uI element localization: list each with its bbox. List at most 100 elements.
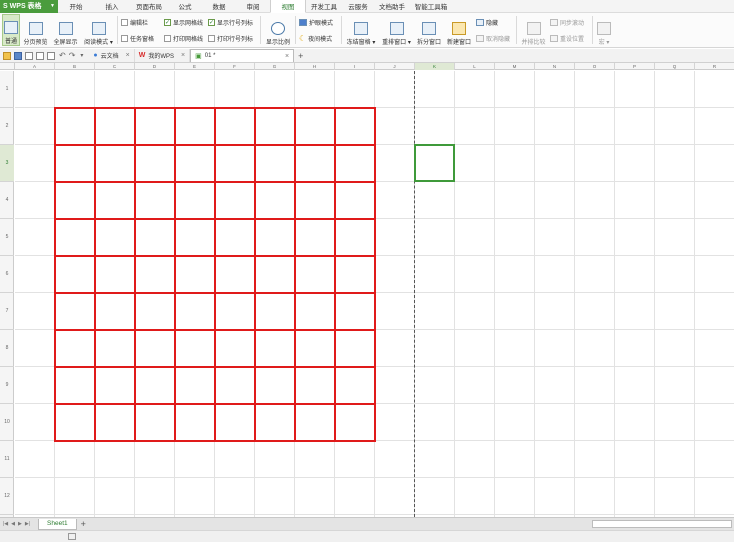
print-preview-icon[interactable] bbox=[25, 51, 33, 60]
column-header-i[interactable]: I bbox=[335, 63, 375, 70]
row-header-4[interactable]: 4 bbox=[0, 182, 14, 219]
side-by-side-button[interactable]: 并排比较 bbox=[519, 14, 548, 46]
night-mode-button[interactable]: ☾ 夜间模式 bbox=[299, 33, 332, 43]
close-icon[interactable]: × bbox=[181, 52, 185, 59]
hide-window-button[interactable]: 隐藏 bbox=[476, 17, 498, 27]
tab-review[interactable]: 审阅 bbox=[236, 0, 270, 13]
column-header-h[interactable]: H bbox=[295, 63, 335, 70]
reset-position-button[interactable]: 重设位置 bbox=[550, 33, 584, 43]
tab-insert[interactable]: 插入 bbox=[94, 0, 130, 13]
tab-data[interactable]: 数据 bbox=[202, 0, 236, 13]
row-header-5[interactable]: 5 bbox=[0, 219, 14, 256]
doc-tab-01[interactable]: ▣ 01 * × bbox=[190, 49, 295, 62]
freeze-panes-button[interactable]: 冻结窗格 ▾ bbox=[344, 14, 378, 46]
row-header-11[interactable]: 11 bbox=[0, 441, 14, 478]
eye-mode-button[interactable]: 护眼模式 bbox=[299, 17, 333, 27]
reading-mode-button[interactable]: 阅读模式 ▾ bbox=[82, 14, 115, 46]
row-header-1[interactable]: 1 bbox=[0, 71, 14, 108]
row-header-9[interactable]: 9 bbox=[0, 367, 14, 404]
formula-bar-toggle[interactable]: 编辑栏 bbox=[121, 17, 148, 27]
column-header-d[interactable]: D bbox=[135, 63, 175, 70]
column-header-k[interactable]: K bbox=[415, 63, 455, 70]
print-headings-toggle[interactable]: 打印行号列标 bbox=[208, 33, 253, 43]
row-header-3[interactable]: 3 bbox=[0, 145, 14, 182]
customize-toolbar-icon[interactable]: ▾ bbox=[80, 52, 83, 59]
last-sheet-icon[interactable]: ▶| bbox=[25, 521, 30, 527]
sheet-tab-sheet1[interactable]: Sheet1 bbox=[38, 518, 77, 530]
export-pdf-icon[interactable] bbox=[47, 51, 55, 60]
row-header-6[interactable]: 6 bbox=[0, 256, 14, 293]
column-header-o[interactable]: O bbox=[575, 63, 615, 70]
row-header-2[interactable]: 2 bbox=[0, 108, 14, 145]
column-header-c[interactable]: C bbox=[95, 63, 135, 70]
cell-area[interactable] bbox=[15, 71, 734, 517]
tab-formulas[interactable]: 公式 bbox=[168, 0, 202, 13]
redo-icon[interactable]: ↷ bbox=[69, 51, 76, 60]
split-window-button[interactable]: 拆分窗口 bbox=[415, 14, 443, 46]
close-icon[interactable]: × bbox=[285, 53, 289, 60]
column-header-b[interactable]: B bbox=[55, 63, 95, 70]
save-icon[interactable] bbox=[14, 51, 22, 60]
horizontal-scrollbar[interactable] bbox=[592, 520, 732, 528]
show-headings-toggle[interactable]: ✓ 显示行号列标 bbox=[208, 17, 253, 27]
spreadsheet-grid[interactable]: ABCDEFGHIJKLMNOPQR 1 2 3 4 5 6 7 8 9 10 11 12 bbox=[0, 63, 734, 517]
row-header-10[interactable]: 10 bbox=[0, 404, 14, 441]
checkbox-icon[interactable] bbox=[121, 34, 128, 42]
undo-icon[interactable]: ↶ bbox=[59, 51, 66, 60]
column-header-a[interactable]: A bbox=[15, 63, 55, 70]
gridline bbox=[574, 71, 575, 517]
column-header-j[interactable]: J bbox=[375, 63, 415, 70]
sync-scroll-button[interactable]: 同步滚动 bbox=[550, 17, 584, 27]
macro-button[interactable]: 宏 ▾ bbox=[595, 14, 613, 46]
full-screen-button[interactable]: 全屏显示 bbox=[51, 14, 80, 46]
doc-tab-my-wps[interactable]: W 我的WPS × bbox=[135, 49, 191, 62]
app-menu-button[interactable]: S WPS 表格 ▼ bbox=[0, 0, 58, 13]
select-all-corner[interactable] bbox=[0, 63, 15, 70]
show-gridlines-toggle[interactable]: ✓ 显示网格线 bbox=[164, 17, 203, 27]
tab-doc-assistant[interactable]: 文档助手 bbox=[374, 0, 410, 13]
tab-view[interactable]: 视图 bbox=[270, 0, 306, 13]
tab-home[interactable]: 开始 bbox=[58, 0, 94, 13]
checkbox-icon[interactable] bbox=[121, 18, 128, 26]
normal-view-button[interactable]: 普通 bbox=[2, 14, 20, 46]
checkbox-icon[interactable] bbox=[208, 34, 215, 42]
rearrange-windows-button[interactable]: 重排窗口 ▾ bbox=[380, 14, 413, 46]
column-header-n[interactable]: N bbox=[535, 63, 575, 70]
gridline bbox=[15, 514, 734, 515]
tab-smart-toolbox[interactable]: 智能工具箱 bbox=[410, 0, 452, 13]
first-sheet-icon[interactable]: |◀ bbox=[3, 521, 8, 527]
column-header-l[interactable]: L bbox=[455, 63, 495, 70]
column-header-f[interactable]: F bbox=[215, 63, 255, 70]
zoom-button[interactable]: 显示比例 bbox=[263, 14, 293, 46]
task-pane-toggle[interactable]: 任务窗格 bbox=[121, 33, 154, 43]
new-window-button[interactable]: 新建窗口 bbox=[445, 14, 473, 46]
tab-page-layout[interactable]: 页面布局 bbox=[130, 0, 168, 13]
close-icon[interactable]: × bbox=[126, 52, 130, 59]
add-sheet-plus-icon[interactable]: + bbox=[81, 519, 86, 529]
prev-sheet-icon[interactable]: ◀ bbox=[11, 521, 15, 527]
new-tab-plus-icon[interactable]: + bbox=[298, 51, 303, 61]
doc-tab-cloud[interactable]: ● 云文档 × bbox=[89, 49, 135, 62]
unhide-window-button[interactable]: 取消隐藏 bbox=[476, 33, 510, 43]
column-header-p[interactable]: P bbox=[615, 63, 655, 70]
column-header-m[interactable]: M bbox=[495, 63, 535, 70]
print-gridlines-toggle[interactable]: 打印网格线 bbox=[164, 33, 203, 43]
column-header-q[interactable]: Q bbox=[655, 63, 695, 70]
checkbox-icon[interactable] bbox=[164, 34, 171, 42]
column-header-g[interactable]: G bbox=[255, 63, 295, 70]
print-icon[interactable] bbox=[36, 51, 44, 60]
column-header-e[interactable]: E bbox=[175, 63, 215, 70]
checkbox-checked-icon[interactable]: ✓ bbox=[208, 18, 215, 26]
row-header-7[interactable]: 7 bbox=[0, 293, 14, 330]
tab-cloud[interactable]: 云服务 bbox=[342, 0, 374, 13]
open-folder-icon[interactable] bbox=[3, 51, 11, 60]
selected-cell[interactable] bbox=[414, 144, 455, 182]
tab-developer[interactable]: 开发工具 bbox=[306, 0, 342, 13]
wps-w-icon: W bbox=[138, 52, 146, 59]
next-sheet-icon[interactable]: ▶ bbox=[18, 521, 22, 527]
row-header-8[interactable]: 8 bbox=[0, 330, 14, 367]
checkbox-checked-icon[interactable]: ✓ bbox=[164, 18, 171, 26]
row-header-12[interactable]: 12 bbox=[0, 478, 14, 515]
column-header-r[interactable]: R bbox=[695, 63, 734, 70]
page-break-preview-button[interactable]: 分页预览 bbox=[22, 14, 49, 46]
